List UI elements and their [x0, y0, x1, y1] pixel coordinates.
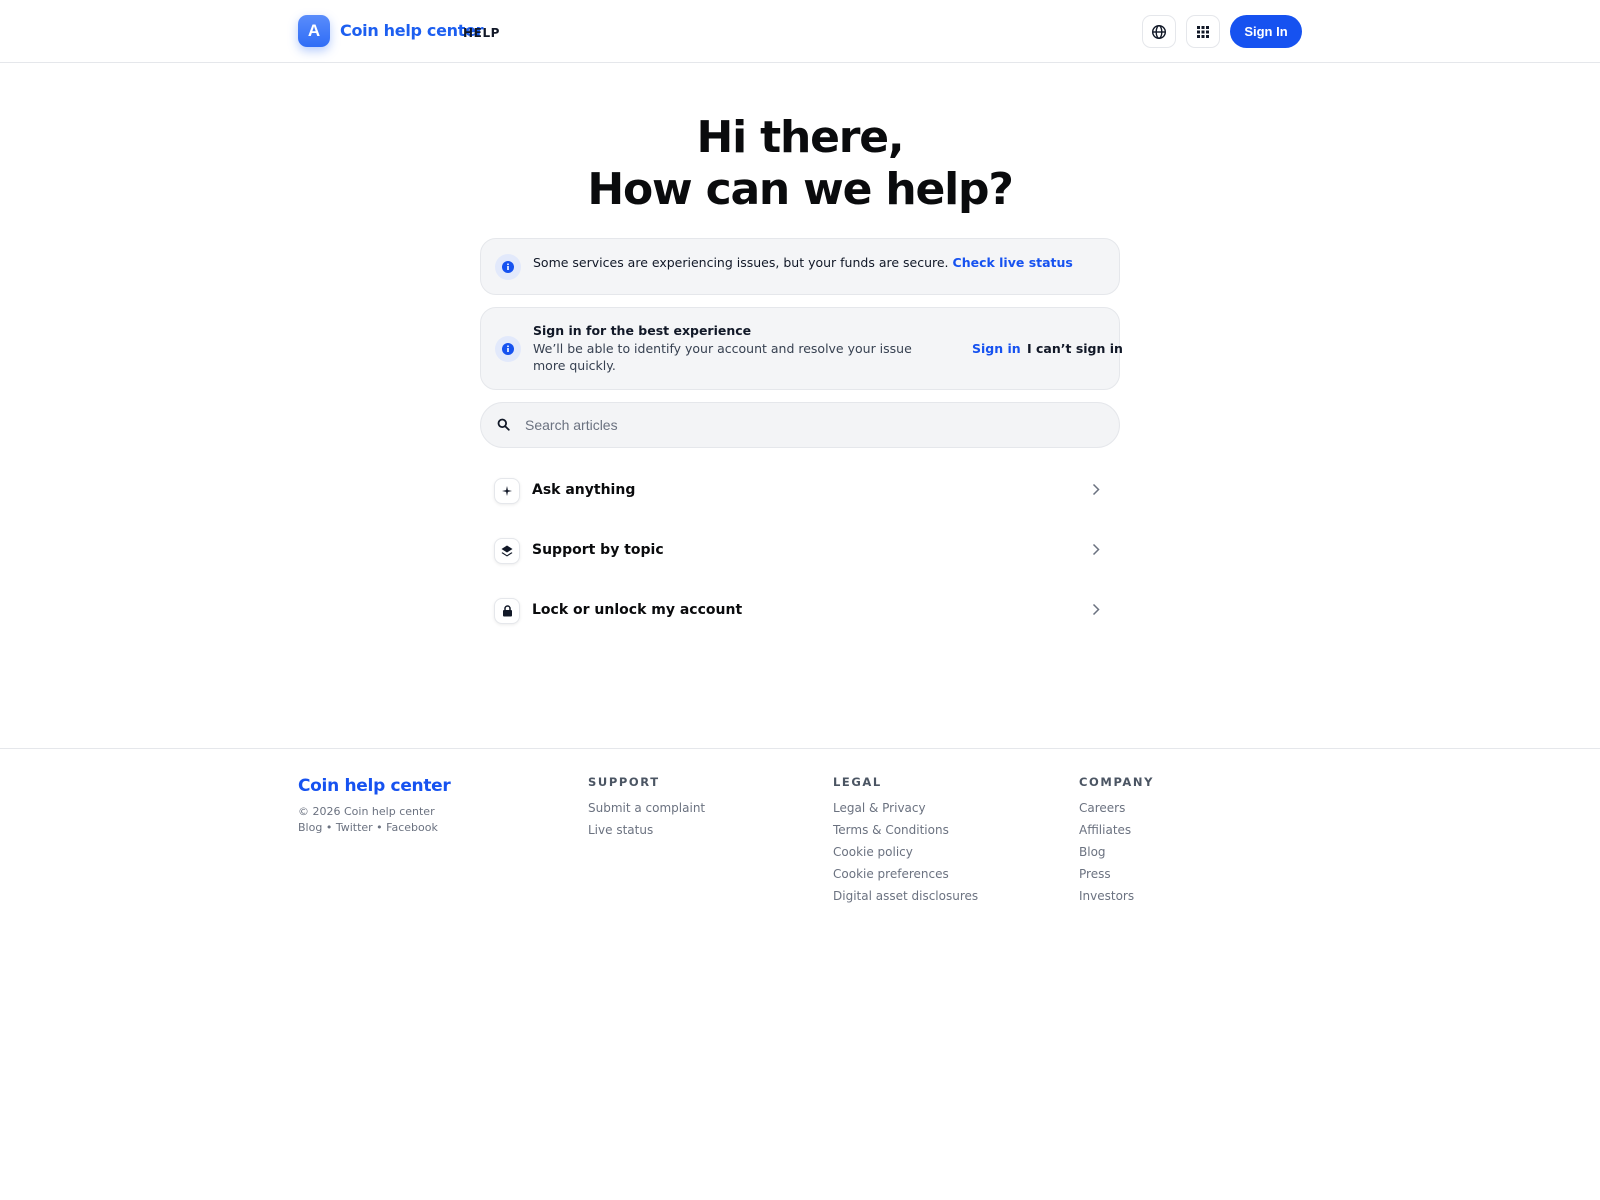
- footer-copyright: © 2026 Coin help center: [298, 805, 435, 818]
- footer-facebook-link[interactable]: Facebook: [386, 821, 438, 834]
- hero-line-2: How can we help?: [587, 164, 1014, 215]
- chevron-right-icon: [1092, 543, 1100, 556]
- info-icon: [495, 254, 521, 280]
- footer-heading: SUPPORT: [588, 775, 660, 789]
- footer-link-careers[interactable]: Careers: [1079, 797, 1154, 819]
- footer: Coin help center © 2026 Coin help center…: [0, 748, 1600, 1200]
- layers-icon: [494, 538, 520, 564]
- action-ask-anything[interactable]: Ask anything: [480, 466, 1120, 514]
- footer-link-blog[interactable]: Blog: [1079, 841, 1154, 863]
- chevron-right-icon: [1092, 483, 1100, 496]
- status-text: Some services are experiencing issues, b…: [533, 255, 949, 270]
- footer-link-terms[interactable]: Terms & Conditions: [833, 819, 978, 841]
- search-bar: [480, 402, 1120, 448]
- footer-column-support: SUPPORT Submit a complaint Live status: [588, 775, 705, 841]
- action-label: Ask anything: [532, 482, 636, 498]
- header-sign-in-button[interactable]: Sign In: [1230, 15, 1302, 48]
- action-label: Lock or unlock my account: [532, 602, 743, 618]
- footer-link-cookie-preferences[interactable]: Cookie preferences: [833, 863, 978, 885]
- cant-signin-link[interactable]: I can’t sign in: [1027, 341, 1123, 356]
- info-icon: [495, 336, 521, 362]
- sparkle-icon: [494, 478, 520, 504]
- grid-icon: [1197, 25, 1209, 38]
- footer-link-cookie-policy[interactable]: Cookie policy: [833, 841, 978, 863]
- footer-twitter-link[interactable]: Twitter: [336, 821, 373, 834]
- footer-brand[interactable]: Coin help center: [298, 776, 451, 796]
- footer-link-submit-complaint[interactable]: Submit a complaint: [588, 797, 705, 819]
- search-input[interactable]: [525, 403, 1105, 447]
- top-header: A Coin help center HELP Sign In: [0, 0, 1600, 63]
- footer-link-affiliates[interactable]: Affiliates: [1079, 819, 1154, 841]
- status-message: Some services are experiencing issues, b…: [533, 255, 1073, 270]
- status-banner: Some services are experiencing issues, b…: [480, 238, 1120, 295]
- footer-link-investors[interactable]: Investors: [1079, 885, 1154, 907]
- action-lock-unlock-account[interactable]: Lock or unlock my account: [480, 586, 1120, 634]
- language-button[interactable]: [1142, 15, 1176, 48]
- chevron-right-icon: [1092, 603, 1100, 616]
- footer-column-legal: LEGAL Legal & Privacy Terms & Conditions…: [833, 775, 978, 907]
- page-title: Hi there, How can we help?: [0, 112, 1600, 216]
- footer-link-press[interactable]: Press: [1079, 863, 1154, 885]
- hero-line-1: Hi there,: [696, 112, 905, 163]
- footer-column-company: COMPANY Careers Affiliates Blog Press In…: [1079, 775, 1154, 907]
- globe-icon: [1151, 24, 1167, 39]
- footer-link-digital-asset-disclosures[interactable]: Digital asset disclosures: [833, 885, 978, 907]
- footer-link-legal-privacy[interactable]: Legal & Privacy: [833, 797, 978, 819]
- apps-button[interactable]: [1186, 15, 1220, 48]
- logo-badge[interactable]: A: [298, 15, 330, 47]
- brand-name[interactable]: Coin help center: [340, 21, 484, 40]
- brand-help-label: HELP: [463, 26, 501, 40]
- signin-card-title: Sign in for the best experience: [533, 323, 752, 338]
- footer-blog-link[interactable]: Blog: [298, 821, 322, 834]
- signin-card: Sign in for the best experience We’ll be…: [480, 307, 1123, 390]
- footer-heading: LEGAL: [833, 775, 882, 789]
- signin-card-description: We’ll be able to identify your account a…: [533, 341, 912, 373]
- check-live-status-link[interactable]: Check live status: [953, 255, 1073, 270]
- footer-link-live-status[interactable]: Live status: [588, 819, 705, 841]
- search-icon: [497, 418, 510, 431]
- signin-link[interactable]: Sign in: [972, 341, 1021, 356]
- lock-icon: [494, 598, 520, 624]
- action-support-by-topic[interactable]: Support by topic: [480, 526, 1120, 574]
- footer-social-links: Blog • Twitter • Facebook: [298, 821, 438, 834]
- action-label: Support by topic: [532, 542, 664, 558]
- footer-heading: COMPANY: [1079, 775, 1155, 789]
